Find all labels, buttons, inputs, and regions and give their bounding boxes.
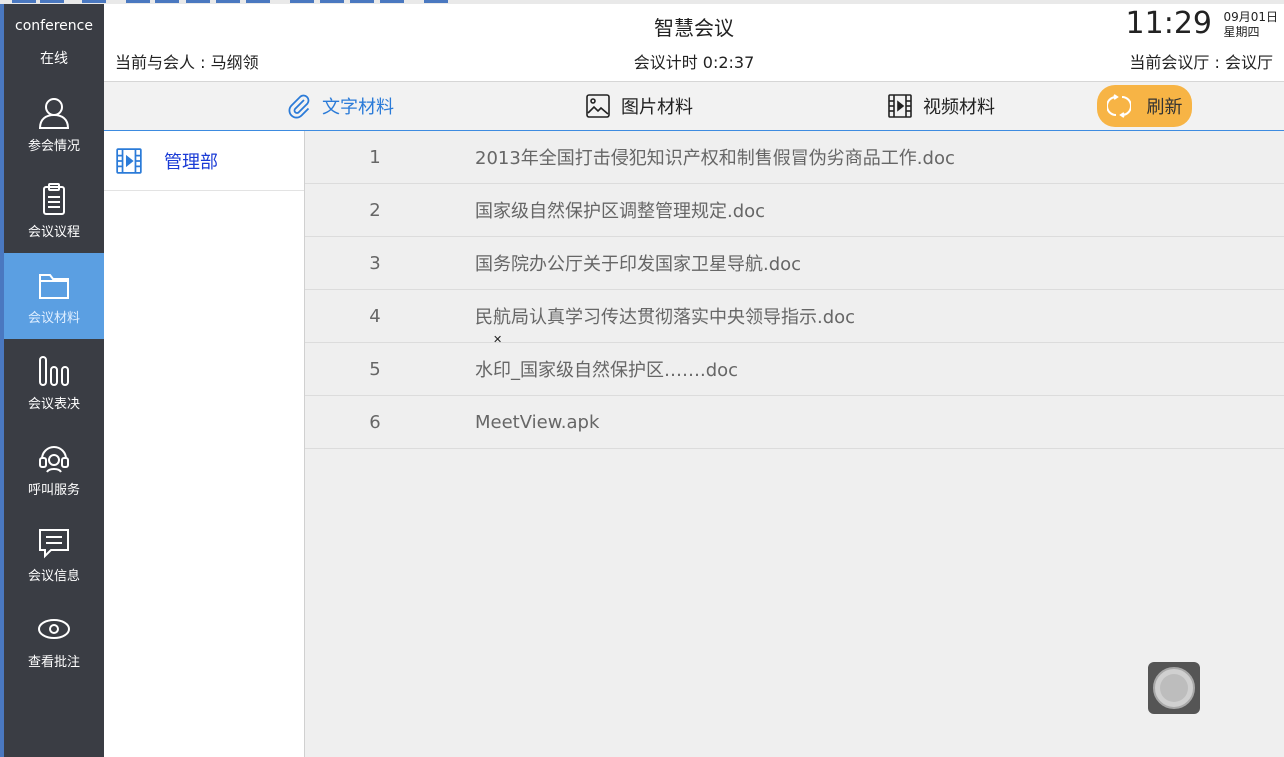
file-row[interactable]: 5 水印_国家级自然保护区…….doc: [305, 343, 1284, 396]
refresh-icon: [1106, 94, 1131, 118]
folder-list: 管理部: [104, 131, 305, 757]
image-icon: [586, 94, 610, 118]
file-index: 1: [369, 146, 381, 168]
message-icon: [39, 528, 69, 558]
refresh-label: 刷新: [1146, 97, 1183, 118]
tab-label: 图片材料: [621, 97, 693, 118]
bar-chart-icon: [39, 355, 69, 386]
clock-time: 11:29: [1125, 6, 1212, 41]
nav-item-call-service[interactable]: 呼叫服务: [4, 425, 104, 511]
sidebar: conference 在线 参会情况 会议议程 会议材料 会议表决 呼叫服务 会…: [4, 4, 104, 757]
tab-text-materials[interactable]: 文字材料: [286, 82, 394, 130]
brand-block: conference 在线: [4, 4, 104, 81]
nav-item-materials[interactable]: 会议材料: [4, 253, 104, 339]
headset-icon: [39, 445, 69, 473]
nav-item-label: 会议表决: [27, 396, 80, 412]
tab-label: 文字材料: [322, 97, 394, 118]
file-index: 3: [369, 252, 381, 274]
nav-item-label: 查看批注: [27, 654, 80, 670]
brand-name: conference: [15, 18, 93, 34]
file-name: 水印_国家级自然保护区…….doc: [475, 360, 739, 381]
weekday-label: 星期四: [1223, 25, 1260, 39]
tab-label: 视频材料: [923, 97, 995, 118]
app-title: 智慧会议: [654, 16, 734, 40]
file-name: 2013年全国打击侵犯知识产权和制售假冒伪劣商品工作.doc: [475, 148, 955, 169]
file-row[interactable]: 2 国家级自然保护区调整管理规定.doc: [305, 184, 1284, 237]
file-name: 国务院办公厅关于印发国家卫星导航.doc: [475, 254, 802, 275]
file-name: 民航局认真学习传达贯彻落实中央领导指示.doc: [475, 307, 856, 328]
clock-date: 09月01日 星期四: [1223, 10, 1278, 40]
file-index: 4: [369, 305, 381, 327]
file-name: MeetView.apk: [475, 411, 600, 433]
file-row[interactable]: 6 MeetView.apk: [305, 396, 1284, 449]
current-hall: 当前会议厅 : 会议厅: [1129, 53, 1273, 72]
nav-item-label: 会议材料: [27, 310, 80, 326]
online-status: 在线: [40, 51, 68, 67]
nav-item-meeting-info[interactable]: 会议信息: [4, 511, 104, 597]
header-bar: 智慧会议 当前与会人 : 马纲领 会议计时 0:2:37 11:29 09月01…: [104, 4, 1284, 82]
nav-item-annotations[interactable]: 查看批注: [4, 597, 104, 683]
nav-item-label: 参会情况: [27, 138, 80, 154]
file-row[interactable]: 3 国务院办公厅关于印发国家卫星导航.doc: [305, 237, 1284, 290]
folder-label: 管理部: [164, 151, 218, 173]
file-name: 国家级自然保护区调整管理规定.doc: [475, 201, 766, 222]
nav-item-attendance[interactable]: 参会情况: [4, 81, 104, 167]
clipboard-icon: [43, 182, 65, 215]
file-list: 1 2013年全国打击侵犯知识产权和制售假冒伪劣商品工作.doc 2 国家级自然…: [305, 131, 1284, 757]
film-icon: [888, 94, 912, 118]
file-index: 6: [369, 411, 381, 433]
file-index: 2: [369, 199, 381, 221]
nav-item-label: 会议议程: [27, 224, 80, 240]
floating-assistive-button[interactable]: [1148, 662, 1200, 714]
nav-item-agenda[interactable]: 会议议程: [4, 167, 104, 253]
paperclip-icon: [288, 94, 310, 119]
film-icon: [116, 147, 142, 174]
folder-icon: [39, 273, 69, 299]
file-row[interactable]: 1 2013年全国打击侵犯知识产权和制售假冒伪劣商品工作.doc: [305, 131, 1284, 184]
file-index: 5: [369, 358, 381, 380]
user-icon: [38, 97, 70, 129]
date-label: 09月01日: [1223, 10, 1278, 24]
mouse-cursor-icon: ✕: [493, 333, 503, 346]
nav-item-label: 呼叫服务: [27, 482, 80, 498]
eye-icon: [38, 618, 70, 639]
assistive-touch-icon: [1153, 667, 1195, 709]
file-row[interactable]: 4 民航局认真学习传达贯彻落实中央领导指示.doc: [305, 290, 1284, 343]
tab-video-materials[interactable]: 视频材料: [887, 82, 995, 130]
tab-image-materials[interactable]: 图片材料: [585, 82, 693, 130]
meeting-timer: 会议计时 0:2:37: [633, 53, 755, 72]
nav-item-voting[interactable]: 会议表决: [4, 339, 104, 425]
refresh-button[interactable]: 刷新: [1097, 85, 1192, 127]
nav-item-label: 会议信息: [27, 568, 80, 584]
folder-item-management[interactable]: 管理部: [104, 131, 304, 191]
material-tabs: 文字材料 图片材料 视频材料 刷新: [104, 82, 1284, 131]
